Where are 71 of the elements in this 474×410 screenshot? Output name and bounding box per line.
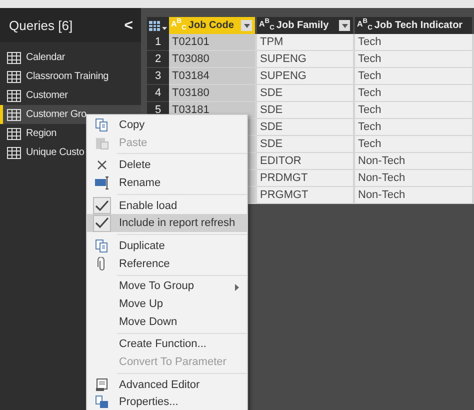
table-cell: Tech xyxy=(355,85,474,102)
table-cell: TPM xyxy=(257,34,355,51)
table-cell: Tech xyxy=(355,34,474,51)
panel-title: Queries [6] xyxy=(9,18,73,32)
menu-item[interactable]: Advanced Editor xyxy=(87,376,247,394)
rename-icon xyxy=(94,176,110,190)
table-icon xyxy=(7,90,21,102)
table-cell: SUPENG xyxy=(257,68,355,85)
table-cell: PRGMGT xyxy=(257,187,355,204)
query-item[interactable]: Calendar xyxy=(0,48,141,67)
table-icon xyxy=(149,20,167,30)
filter-dropdown[interactable] xyxy=(339,20,350,31)
column-header[interactable]: A$^{B}$$_{C}$ Job Code xyxy=(169,17,257,34)
properties-icon xyxy=(95,395,109,410)
row-number: 1 xyxy=(154,36,162,48)
table-menu-button[interactable] xyxy=(147,17,169,34)
table-icon xyxy=(7,108,21,120)
editor-icon xyxy=(95,378,109,392)
menu-item[interactable]: Duplicate xyxy=(87,237,247,255)
menu-item[interactable]: Move To Group xyxy=(87,278,247,296)
table-cell: SDE xyxy=(257,119,355,136)
table-icon xyxy=(7,52,21,64)
menu-item[interactable]: Create Function... xyxy=(87,336,247,354)
table-cell: Tech xyxy=(355,119,474,136)
copy-icon xyxy=(95,238,109,253)
table-cell: SDE xyxy=(257,136,355,153)
table-cell: Non-Tech xyxy=(355,187,474,204)
row-number: 3 xyxy=(154,70,162,82)
table-cell: Tech xyxy=(355,51,474,68)
menu-item[interactable]: Include in report refresh xyxy=(87,214,247,232)
table-cell: SDE xyxy=(257,85,355,102)
checkbox[interactable] xyxy=(93,214,111,232)
collapse-button[interactable]: < xyxy=(122,16,135,34)
table-cell: T03184 xyxy=(169,68,257,85)
caret-icon xyxy=(342,24,348,28)
menu-item[interactable]: Properties... xyxy=(87,394,247,410)
row-number: 5 xyxy=(154,104,162,116)
table-cell: Non-Tech xyxy=(355,153,474,170)
copy-icon xyxy=(95,118,109,132)
query-item[interactable]: Classroom Training xyxy=(0,67,141,86)
row-number: 2 xyxy=(154,53,162,65)
menu-item[interactable]: Move Down xyxy=(87,312,247,331)
menu-item[interactable]: Reference xyxy=(87,254,247,272)
menu-item[interactable]: Delete xyxy=(87,156,247,174)
paperclip-icon xyxy=(97,256,107,271)
table-cell: SUPENG xyxy=(257,51,355,68)
table-cell: Non-Tech xyxy=(355,170,474,187)
column-header[interactable]: A$^{B}$$_{C}$ Job Tech Indicator xyxy=(355,17,474,34)
filter-dropdown[interactable] xyxy=(241,20,252,31)
table-cell: SDE xyxy=(257,102,355,119)
table-cell: T02101 xyxy=(169,34,257,51)
delete-icon xyxy=(96,159,108,172)
column-header[interactable]: A$^{B}$$_{C}$ Job Family xyxy=(257,17,355,34)
table-cell: Tech xyxy=(355,136,474,153)
menu-item[interactable]: Move Up xyxy=(87,295,247,313)
row-number: 4 xyxy=(154,87,162,99)
table-cell: PRDMGT xyxy=(257,170,355,187)
table-cell: Tech xyxy=(355,102,474,119)
table-cell: T03080 xyxy=(169,51,257,68)
menu-item[interactable]: Enable load xyxy=(87,196,247,214)
table-cell: Tech xyxy=(355,68,474,85)
table-cell: EDITOR xyxy=(257,153,355,170)
checkbox[interactable] xyxy=(93,197,111,214)
caret-icon xyxy=(244,24,250,28)
menu-item[interactable]: Rename xyxy=(87,174,247,192)
table-icon xyxy=(7,70,21,82)
table-cell: T03180 xyxy=(169,85,257,102)
paste-icon xyxy=(95,136,109,150)
table-icon xyxy=(7,128,21,140)
table-icon xyxy=(7,146,21,158)
query-item[interactable]: Customer xyxy=(0,86,141,105)
